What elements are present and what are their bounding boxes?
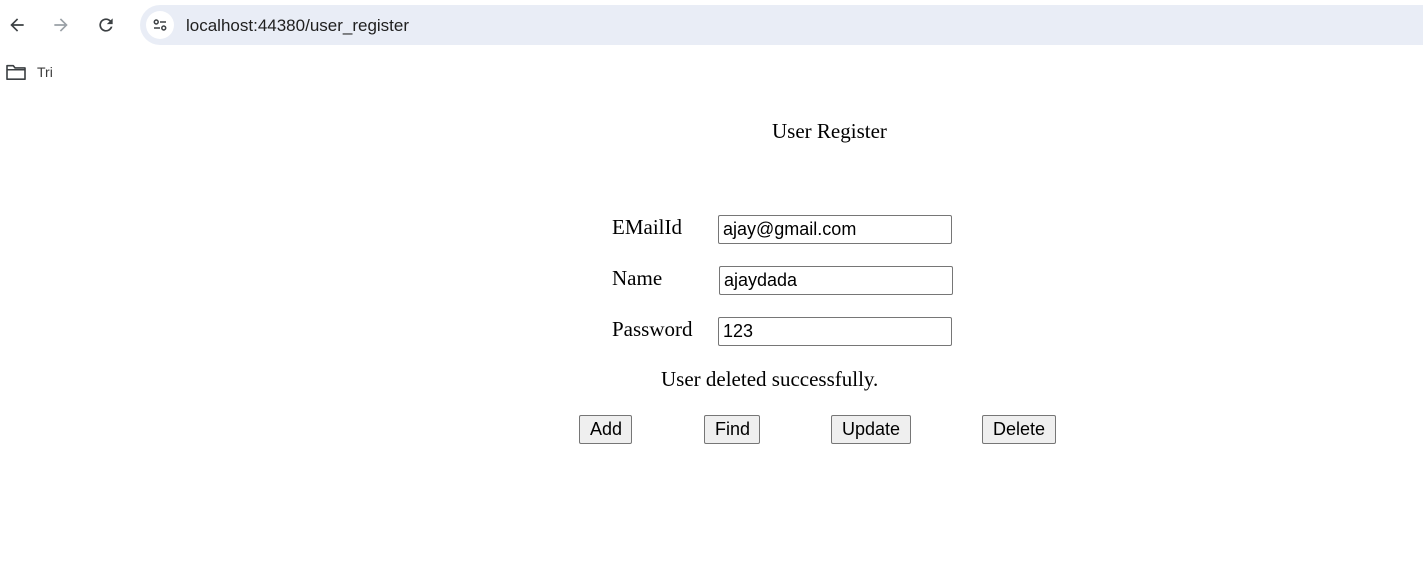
email-label: EMailId	[612, 215, 682, 239]
email-field[interactable]	[718, 215, 952, 244]
password-label: Password	[612, 317, 693, 341]
bookmark-folder-tri[interactable]: Tri	[5, 61, 53, 83]
status-message: User deleted successfully.	[661, 367, 879, 391]
reload-button[interactable]	[90, 9, 122, 41]
forward-button[interactable]	[45, 9, 77, 41]
back-button[interactable]	[1, 9, 33, 41]
page-content: User Register EMailId Name Password User…	[0, 90, 1423, 577]
page-title: User Register	[772, 119, 887, 143]
add-button[interactable]: Add	[579, 415, 632, 444]
reload-icon	[99, 18, 113, 32]
name-field[interactable]	[719, 266, 953, 295]
arrow-right-icon	[54, 18, 68, 32]
update-button[interactable]: Update	[831, 415, 911, 444]
name-label: Name	[612, 266, 663, 290]
browser-toolbar: localhost:44380/user_register	[0, 0, 1423, 50]
bookmark-label: Tri	[37, 64, 53, 80]
url-text[interactable]: localhost:44380/user_register	[186, 16, 409, 36]
address-bar[interactable]: localhost:44380/user_register	[140, 5, 1423, 45]
bookmarks-bar: Tri	[0, 56, 1423, 86]
tune-icon	[153, 19, 167, 31]
site-info-button[interactable]	[146, 11, 174, 39]
delete-button[interactable]: Delete	[982, 415, 1056, 444]
arrow-left-icon	[10, 18, 24, 32]
find-button[interactable]: Find	[704, 415, 760, 444]
password-field[interactable]	[718, 317, 952, 346]
folder-icon	[6, 64, 26, 81]
